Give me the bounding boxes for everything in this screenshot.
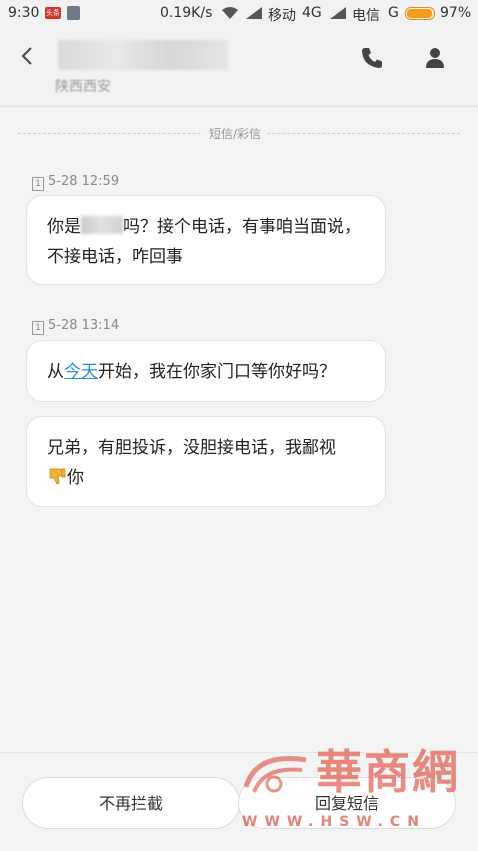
timestamp-text: 5-28 13:14 bbox=[48, 318, 120, 333]
signal-icon bbox=[330, 7, 346, 19]
unblock-button[interactable]: 不再拦截 bbox=[22, 777, 240, 829]
watermark-logo-icon bbox=[243, 756, 307, 793]
thumbs-down-icon bbox=[49, 468, 66, 485]
status-bar: 9:30 头条 0.19K/s 移动 4G 电信 G 97% bbox=[0, 0, 478, 28]
message-text: 你 bbox=[67, 468, 84, 488]
timestamp-text: 5-28 12:59 bbox=[48, 174, 120, 189]
message-timestamp: 1 5-28 12:59 bbox=[32, 174, 119, 191]
message-bubble[interactable]: 从今天开始，我在你家门口等你好吗？ bbox=[26, 340, 386, 402]
watermark: 華商網 WWW.HSW.CN bbox=[236, 736, 468, 836]
message-text: 你是 bbox=[47, 217, 81, 237]
watermark-brand: 華商網 bbox=[316, 745, 460, 799]
phone-icon[interactable] bbox=[358, 44, 386, 72]
network-type-1: 4G bbox=[302, 5, 322, 21]
back-icon[interactable] bbox=[14, 42, 42, 70]
battery-icon bbox=[405, 7, 435, 20]
conversation-header: 陕西西安 bbox=[0, 28, 478, 107]
sim-card-icon: 1 bbox=[32, 321, 44, 335]
network-speed: 0.19K/s bbox=[160, 5, 213, 21]
sim-card-icon: 1 bbox=[32, 177, 44, 191]
date-link[interactable]: 今天 bbox=[64, 362, 98, 382]
battery-percent: 97% bbox=[440, 5, 472, 21]
wifi-icon bbox=[222, 7, 238, 19]
carrier-1: 移动 bbox=[268, 8, 296, 24]
news-app-icon: 头条 bbox=[45, 7, 61, 19]
section-label: 短信/彩信 bbox=[203, 125, 268, 142]
notification-app-icon bbox=[67, 6, 80, 20]
contact-name-redacted bbox=[58, 40, 228, 70]
person-icon[interactable] bbox=[421, 44, 449, 72]
contact-subtitle: 陕西西安 bbox=[55, 79, 111, 95]
status-time: 9:30 bbox=[8, 5, 40, 21]
watermark-url: WWW.HSW.CN bbox=[242, 814, 426, 830]
carrier-2: 电信 bbox=[352, 8, 380, 24]
message-bubble[interactable]: 兄弟，有胆投诉，没胆接电话，我鄙视 你 bbox=[26, 416, 386, 507]
network-type-2: G bbox=[388, 5, 399, 21]
message-text: 兄弟，有胆投诉，没胆接电话，我鄙视 bbox=[47, 438, 336, 458]
message-text: 开始，我在你家门口等你好吗？ bbox=[98, 362, 336, 382]
message-bubble[interactable]: 你是 吗？接个电话，有事咱当面说，不接电话，咋回事 bbox=[26, 195, 386, 285]
message-text: 从 bbox=[47, 362, 64, 382]
redacted-name bbox=[81, 216, 123, 234]
signal-icon bbox=[246, 7, 262, 19]
battery-level bbox=[407, 9, 433, 18]
message-timestamp: 1 5-28 13:14 bbox=[32, 318, 119, 335]
